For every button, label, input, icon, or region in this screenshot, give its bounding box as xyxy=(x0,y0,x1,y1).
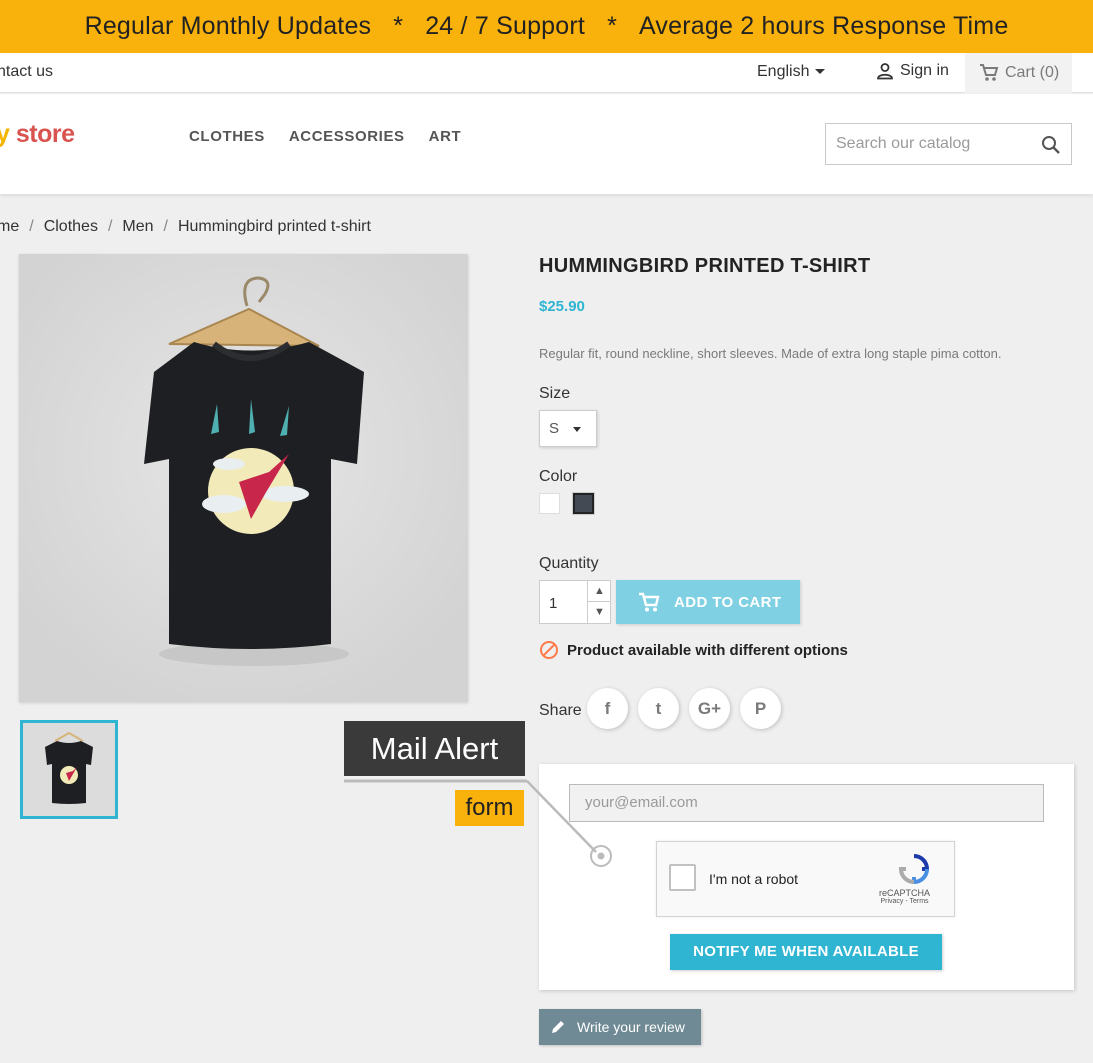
recaptcha-checkbox[interactable] xyxy=(669,864,696,891)
twitter-icon[interactable]: t xyxy=(638,688,679,729)
breadcrumb-current: Hummingbird printed t-shirt xyxy=(177,218,371,235)
recaptcha-links[interactable]: Privacy - Terms xyxy=(879,898,930,905)
store-logo[interactable]: y store xyxy=(0,120,75,149)
notify-me-button[interactable]: NOTIFY ME WHEN AVAILABLE xyxy=(670,934,942,970)
caret-down-icon xyxy=(815,69,826,75)
add-to-cart-label: ADD TO CART xyxy=(674,593,782,611)
user-icon xyxy=(877,63,893,80)
sign-in-link[interactable]: Sign in xyxy=(876,62,949,80)
search-icon[interactable] xyxy=(1041,135,1061,155)
facebook-icon[interactable]: f xyxy=(587,688,628,729)
promo-banner: Regular Monthly Updates * 24 / 7 Support * A… xyxy=(0,0,1093,53)
breadcrumb-separator: / xyxy=(107,218,113,235)
promo-updates: Regular Monthly Updates xyxy=(84,12,372,40)
caret-down-icon xyxy=(573,427,581,432)
recaptcha-label: I'm not a robot xyxy=(709,871,799,887)
chevron-up-icon[interactable]: ▲ xyxy=(587,581,611,602)
site-header: y store CLOTHES ACCESSORIES ART Search o… xyxy=(0,94,1093,194)
size-value: S xyxy=(549,420,560,437)
cart-link[interactable]: Cart (0) xyxy=(965,53,1072,93)
share-label: Share xyxy=(539,702,582,719)
sign-in-label: Sign in xyxy=(900,62,949,79)
product-price: $25.90 xyxy=(539,298,585,315)
breadcrumb: me / Clothes / Men / Hummingbird printed t-shi… xyxy=(0,218,371,236)
shopping-cart-icon xyxy=(639,592,660,612)
promo-separator: * xyxy=(607,12,617,40)
search-input[interactable]: Search our catalog xyxy=(825,123,1072,165)
pencil-icon xyxy=(552,1021,564,1033)
form-tag: form xyxy=(455,790,524,826)
menu-item-accessories[interactable]: ACCESSORIES xyxy=(289,128,405,145)
availability-message: Product available with different options xyxy=(539,640,848,660)
breadcrumb-clothes[interactable]: Clothes xyxy=(44,218,98,235)
breadcrumb-home[interactable]: me xyxy=(0,218,19,235)
promo-support: 24 / 7 Support xyxy=(425,12,586,40)
breadcrumb-separator: / xyxy=(163,218,168,235)
main-menu: CLOTHES ACCESSORIES ART xyxy=(189,128,461,145)
language-selector[interactable]: English xyxy=(757,63,826,81)
logo-text-b: store xyxy=(9,120,75,148)
menu-item-clothes[interactable]: CLOTHES xyxy=(189,128,265,145)
product-title: HUMMINGBIRD PRINTED T-SHIRT xyxy=(539,255,871,277)
recaptcha-widget: I'm not a robot reCAPTCHA Privacy - Term… xyxy=(656,841,955,917)
size-select[interactable]: S xyxy=(539,410,597,447)
write-review-button[interactable]: Write your review xyxy=(539,1009,701,1045)
promo-response-time: Average 2 hours Response Time xyxy=(639,12,1009,40)
breadcrumb-separator: / xyxy=(29,218,34,235)
top-navbar: ntact us English Sign in Cart (0) xyxy=(0,53,1093,93)
quantity-stepper[interactable]: 1 ▲ ▼ xyxy=(539,580,611,624)
shopping-cart-icon xyxy=(980,64,999,81)
promo-separator: * xyxy=(393,12,404,40)
recaptcha-brand: reCAPTCHA Privacy - Terms xyxy=(879,888,930,905)
mail-alert-callout: Mail Alert xyxy=(344,721,525,776)
recaptcha-icon xyxy=(898,854,930,885)
menu-item-art[interactable]: ART xyxy=(429,128,462,145)
color-swatch-white[interactable] xyxy=(539,493,560,514)
add-to-cart-button[interactable]: ADD TO CART xyxy=(616,580,800,624)
color-swatch-black[interactable] xyxy=(573,493,594,514)
color-label: Color xyxy=(539,468,578,485)
write-review-label: Write your review xyxy=(577,1019,685,1035)
google-plus-icon[interactable]: G+ xyxy=(689,688,730,729)
breadcrumb-men[interactable]: Men xyxy=(122,218,153,235)
tshirt-thumbnail-image xyxy=(23,723,115,816)
logo-text-a: y xyxy=(0,120,10,148)
product-description: Regular fit, round neckline, short sleev… xyxy=(539,346,1002,361)
quantity-input[interactable]: 1 xyxy=(549,595,557,612)
tshirt-image xyxy=(19,254,468,702)
block-icon xyxy=(540,641,558,659)
email-field[interactable]: your@email.com xyxy=(569,784,1044,822)
chevron-down-icon[interactable]: ▼ xyxy=(587,602,611,623)
size-label: Size xyxy=(539,385,571,402)
email-placeholder: your@email.com xyxy=(585,794,698,811)
language-label: English xyxy=(757,63,810,80)
product-thumbnail[interactable] xyxy=(20,720,118,819)
cart-label: Cart (0) xyxy=(1005,64,1060,81)
recaptcha-brand-name: reCAPTCHA xyxy=(879,888,931,898)
quantity-label: Quantity xyxy=(539,555,599,572)
availability-text: Product available with different options xyxy=(567,641,848,659)
contact-us-link[interactable]: ntact us xyxy=(0,63,53,81)
product-main-image[interactable] xyxy=(19,254,468,702)
pinterest-icon[interactable]: P xyxy=(740,688,781,729)
search-placeholder: Search our catalog xyxy=(836,135,971,152)
